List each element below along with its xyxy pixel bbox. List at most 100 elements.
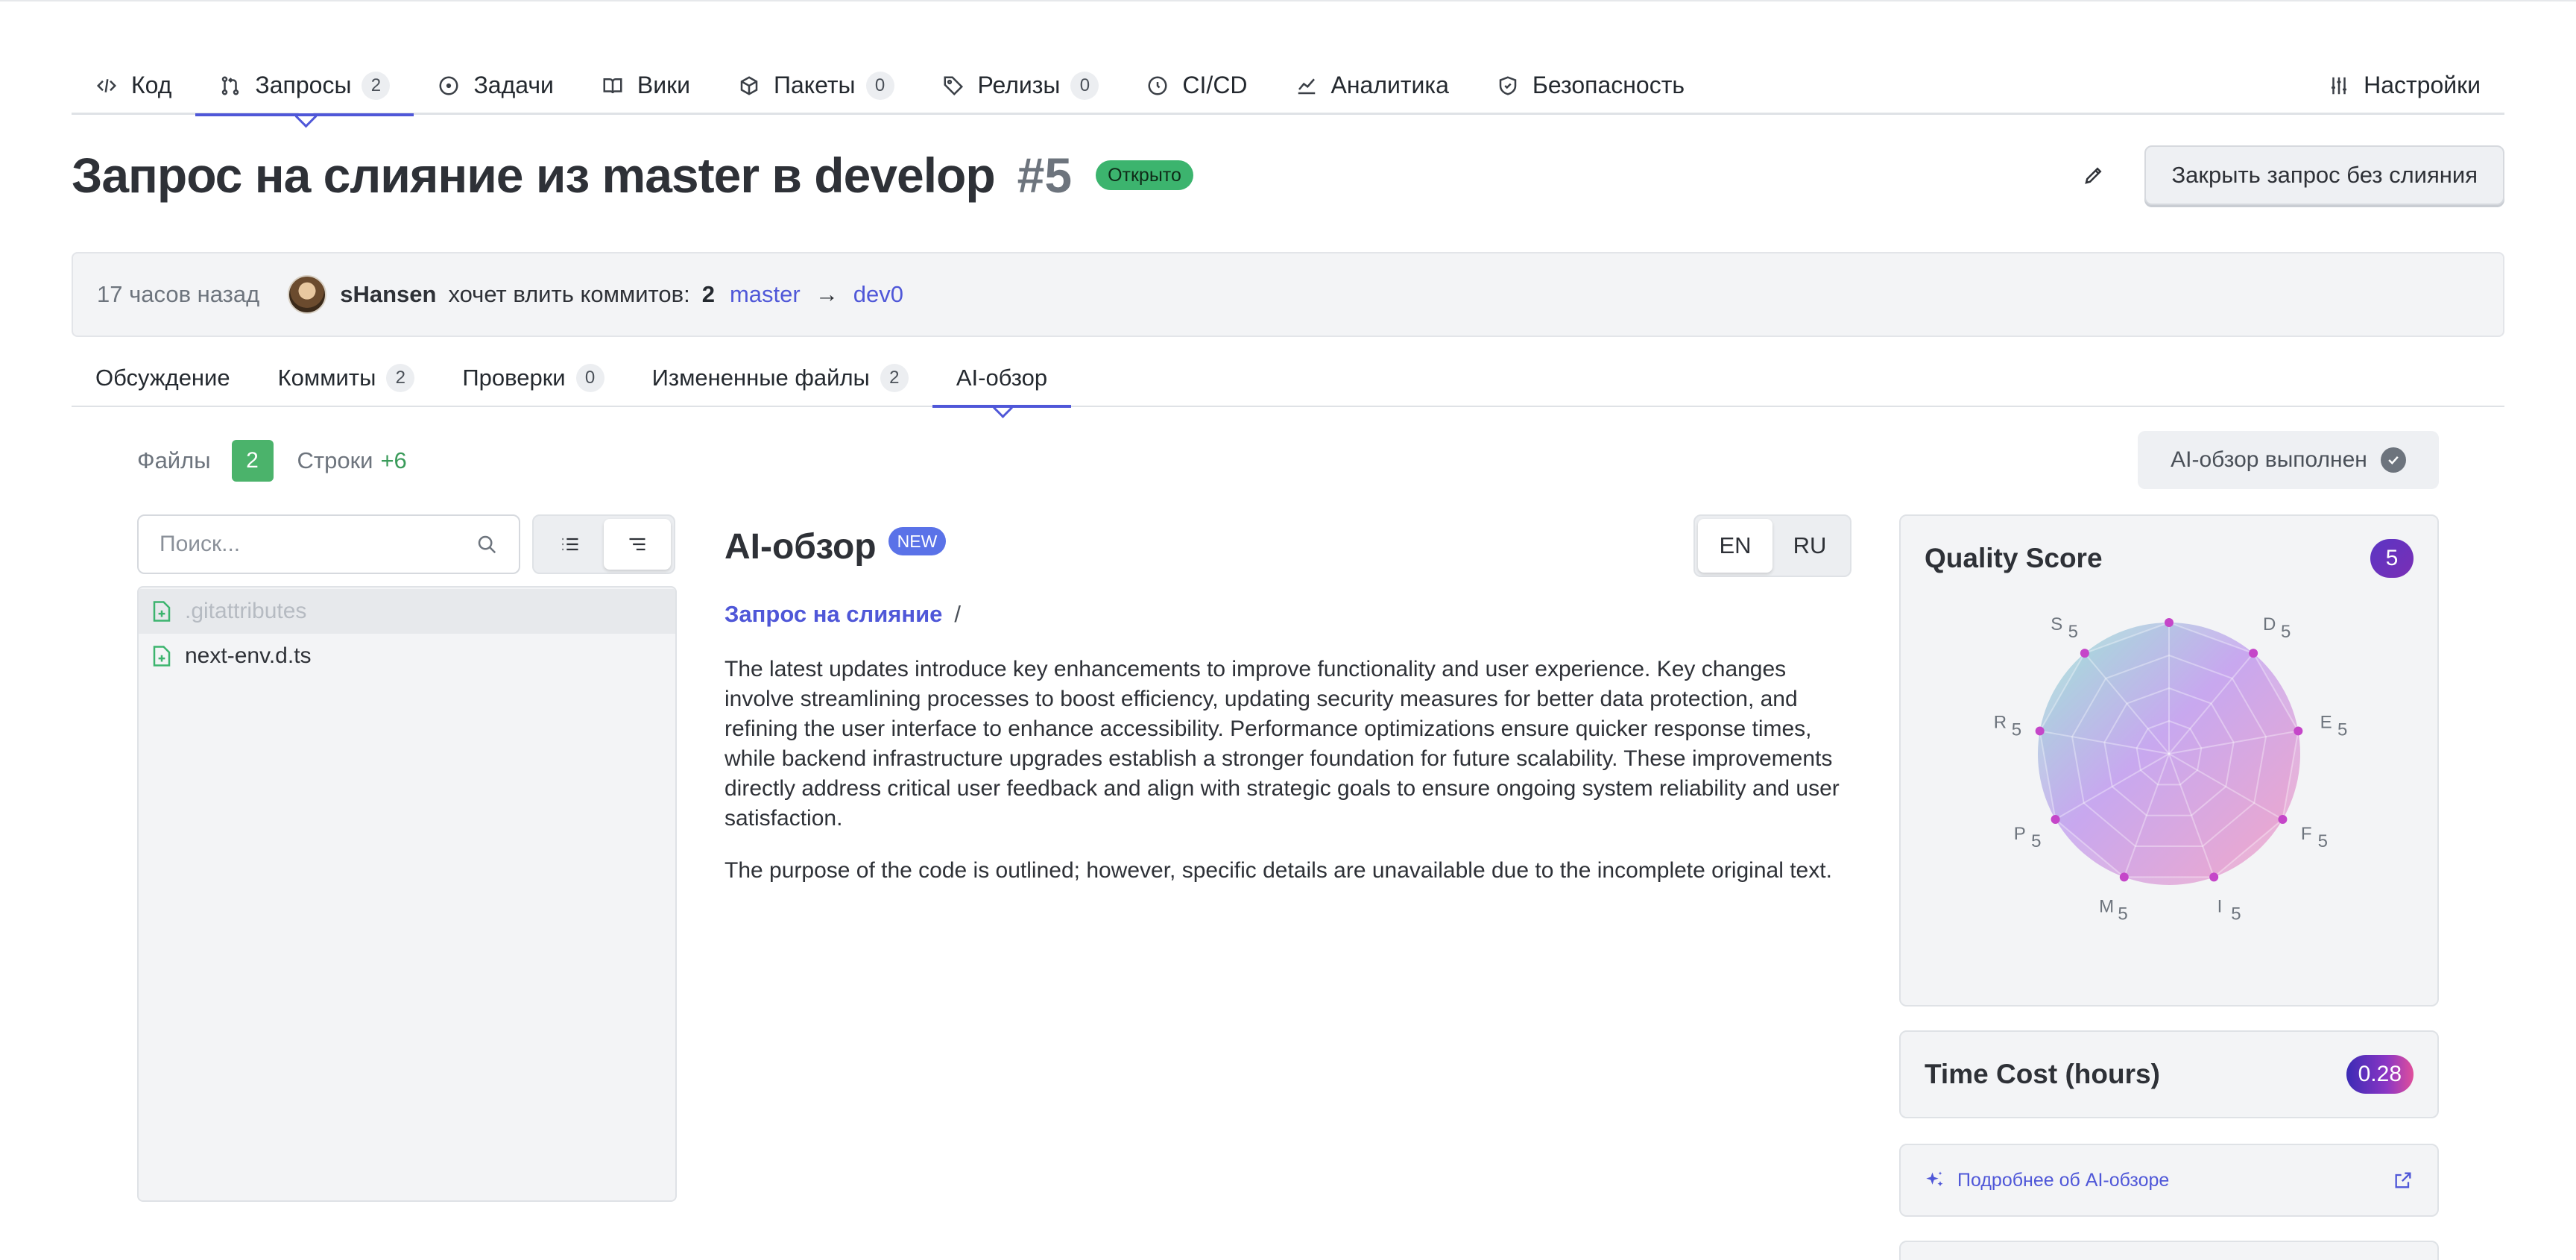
breadcrumb-link[interactable]: Запрос на слияние	[724, 601, 942, 628]
radar-value-label: 5	[2031, 831, 2041, 851]
commits-count: 2	[386, 364, 415, 392]
play-icon	[1146, 75, 1169, 97]
avatar[interactable]	[288, 275, 327, 314]
radar-value-label: 5	[2281, 622, 2291, 642]
tab-discussion[interactable]: Обсуждение	[72, 350, 254, 406]
tab-packages[interactable]: Пакеты 0	[714, 57, 918, 114]
pencil-icon	[2085, 167, 2102, 184]
status-badge: Открыто	[1096, 160, 1193, 190]
more-link[interactable]: Подробнее об AI-обзоре	[1957, 1170, 2169, 1191]
author-link[interactable]: sHansen	[340, 281, 436, 308]
tab-changed-files[interactable]: Измененные файлы 2	[628, 350, 932, 406]
tab-settings[interactable]: Настройки	[2304, 57, 2504, 114]
tab-security[interactable]: Безопасность	[1473, 57, 1708, 114]
radar-category-label: E	[2320, 712, 2332, 732]
quality-radar-chart: C5D5E5F5I5M5P5R5S5	[1994, 601, 2348, 924]
pr-number: #5	[1017, 148, 1073, 203]
lang-en-button[interactable]: EN	[1698, 519, 1772, 573]
radar-point	[2209, 872, 2219, 882]
tab-releases[interactable]: Релизы 0	[918, 57, 1123, 114]
file-item[interactable]: .gitattributes	[139, 589, 675, 634]
new-badge: NEW	[888, 527, 947, 555]
shield-icon	[1497, 75, 1519, 97]
code-icon	[95, 75, 118, 97]
tab-checks[interactable]: Проверки 0	[438, 350, 628, 406]
commit-count: 2	[701, 281, 715, 307]
ai-review-done-button[interactable]: AI-обзор выполнен	[2138, 431, 2439, 489]
file-added-icon	[153, 646, 171, 667]
radar-category-label: D	[2263, 614, 2276, 634]
files-label: Файлы	[137, 447, 211, 473]
changed-files-count: 2	[880, 364, 909, 392]
tab-code[interactable]: Код	[72, 57, 195, 114]
radar-category-label: P	[2014, 824, 2026, 844]
file-item[interactable]: next-env.d.ts	[139, 634, 675, 678]
sliders-icon	[2328, 75, 2350, 97]
tab-cicd[interactable]: CI/CD	[1123, 57, 1271, 114]
pr-tabs: Обсуждение Коммиты 2 Проверки 0 Измененные…	[72, 350, 2504, 408]
radar-value-label: 5	[2337, 719, 2347, 740]
page-title: Запрос на слияние из master в develop	[72, 148, 996, 203]
quality-score-title: Quality Score	[1925, 543, 2103, 573]
radar-point	[2278, 815, 2288, 824]
target-branch-link[interactable]: dev0	[853, 281, 903, 308]
tab-pull-requests[interactable]: Запросы 2	[195, 57, 414, 116]
next-card	[1899, 1241, 2439, 1260]
radar-category-label: F	[2301, 824, 2312, 844]
ai-review-header: AI-обзор NEW	[724, 522, 947, 571]
releases-count: 0	[1070, 71, 1099, 100]
sparkles-icon	[1926, 1171, 1943, 1187]
book-icon	[602, 75, 624, 97]
tab-commits[interactable]: Коммиты 2	[254, 350, 439, 406]
lines-label: Строки	[297, 447, 373, 473]
tab-ai-review[interactable]: AI-обзор	[932, 350, 1072, 408]
file-added-icon	[153, 601, 171, 622]
lines-added: +6	[380, 447, 407, 473]
created-time: 17 часов назад	[97, 281, 260, 307]
check-icon	[2380, 447, 2406, 473]
checks-count: 0	[575, 364, 604, 392]
pr-header: Запрос на слияние из master в develop #5…	[72, 142, 2504, 209]
source-branch-link[interactable]: master	[730, 281, 801, 308]
packages-count: 0	[865, 71, 894, 100]
file-search	[137, 514, 520, 574]
tab-issues[interactable]: Задачи	[414, 57, 577, 114]
review-note: The purpose of the code is outlined; how…	[724, 858, 1832, 883]
close-without-merge-button[interactable]: Закрыть запрос без слияния	[2144, 145, 2504, 205]
radar-point	[2294, 726, 2303, 736]
issue-icon	[438, 75, 460, 97]
search-input[interactable]	[160, 532, 476, 557]
radar-point	[2249, 649, 2258, 658]
radar-value-label: 5	[2231, 904, 2241, 924]
tab-analytics[interactable]: Аналитика	[1272, 57, 1473, 114]
edit-title-button[interactable]	[2071, 153, 2116, 198]
files-count-badge: 2	[231, 440, 274, 482]
tag-icon	[942, 75, 965, 97]
radar-value-label: 5	[2012, 719, 2021, 740]
time-cost-card: Time Cost (hours) 0.28	[1899, 1030, 2439, 1118]
breadcrumb: Запрос на слияние /	[724, 601, 961, 628]
list-icon	[562, 538, 578, 551]
lang-ru-button[interactable]: RU	[1772, 519, 1847, 573]
time-cost-badge: 0.28	[2346, 1055, 2414, 1094]
diff-stats: Файлы 2 Строки +6	[137, 440, 407, 482]
radar-category-label: R	[1994, 712, 2007, 732]
external-link-icon	[2395, 1172, 2411, 1188]
radar-value-label: 5	[2174, 601, 2184, 603]
language-toggle: EN RU	[1693, 514, 1852, 577]
tree-view-button[interactable]	[604, 519, 671, 570]
more-about-ai-review[interactable]: Подробнее об AI-обзоре	[1899, 1144, 2439, 1217]
repo-nav: Код Запросы 2 Задачи Вики Пакеты 0 Релиз…	[72, 57, 2504, 116]
radar-point	[2051, 815, 2060, 824]
pr-meta: 17 часов назад sHansen хочет влить комми…	[72, 252, 2504, 337]
package-icon	[738, 75, 760, 97]
radar-category-label: M	[2099, 897, 2114, 917]
radar-point	[2165, 618, 2174, 627]
list-view-button[interactable]	[537, 519, 604, 570]
pull-requests-count: 2	[362, 71, 391, 100]
tab-wiki[interactable]: Вики	[578, 57, 714, 114]
chart-icon	[1295, 75, 1318, 97]
radar-point	[2080, 649, 2089, 658]
radar-value-label: 5	[2068, 622, 2078, 642]
time-cost-title: Time Cost (hours)	[1925, 1059, 2160, 1089]
